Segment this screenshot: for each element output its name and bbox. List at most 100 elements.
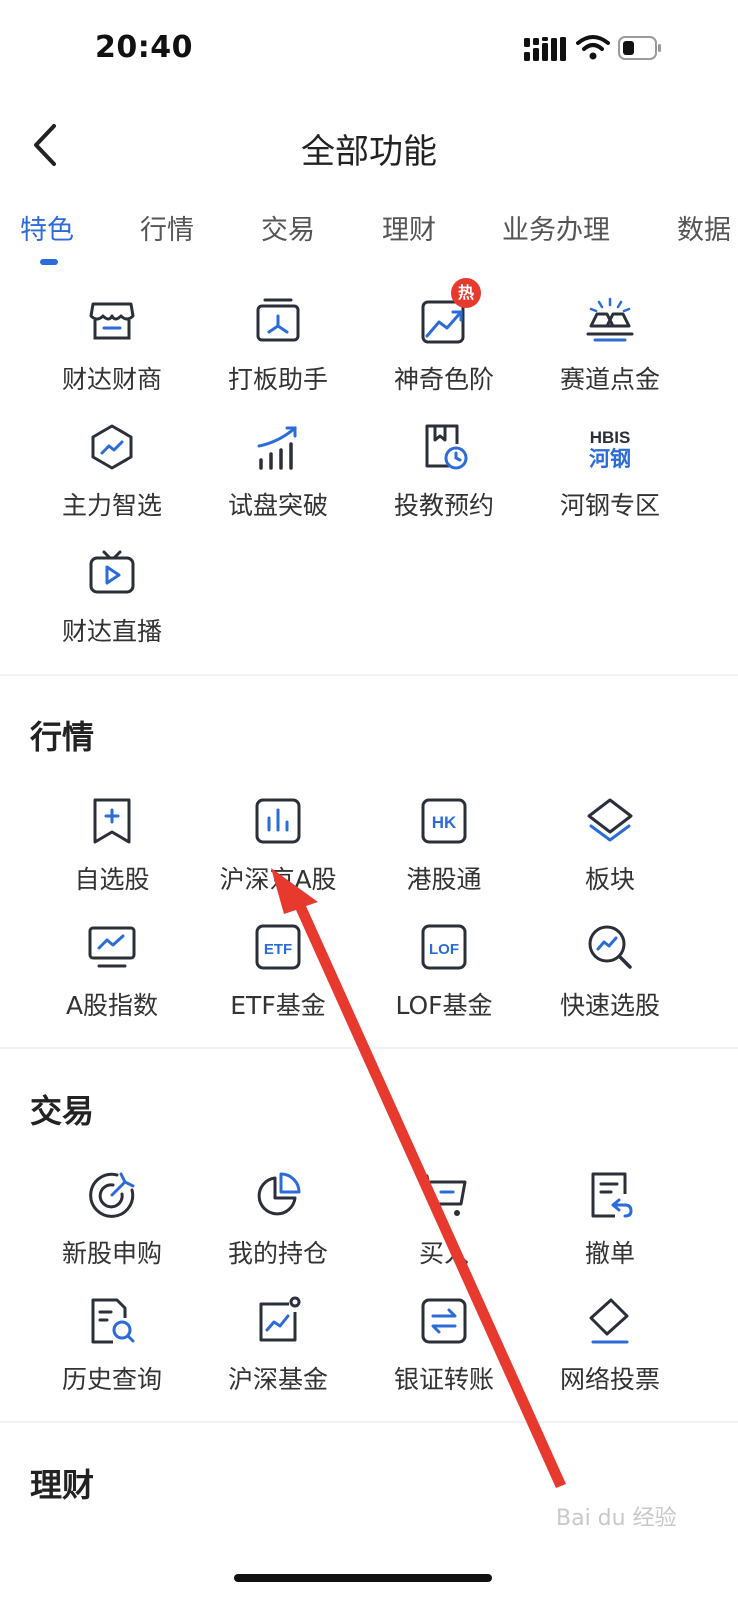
market-label: 港股通 xyxy=(406,865,482,894)
trade-item-online-vote[interactable]: 网络投票 xyxy=(525,1296,695,1396)
category-tabs: 特色 行情 交易 理财 业务办理 数据 xyxy=(0,200,738,270)
trade-label: 新股申购 xyxy=(61,1239,162,1268)
nav-bar: 全部功能 xyxy=(0,100,738,190)
trend-chart-icon: 热 xyxy=(419,278,481,346)
svg-text:河钢: 河钢 xyxy=(589,447,631,471)
section-divider xyxy=(0,1047,738,1049)
tab-data[interactable]: 数据 xyxy=(677,208,731,247)
feature-label: 投教预约 xyxy=(393,491,494,520)
tab-featured[interactable]: 特色 xyxy=(20,208,74,247)
feature-label: 试盘突破 xyxy=(227,491,328,520)
trade-label: 沪深基金 xyxy=(227,1365,328,1394)
etf-icon: ETF xyxy=(255,924,301,970)
bars-rising-icon xyxy=(257,426,297,470)
feature-item-breakout[interactable]: 试盘突破 xyxy=(193,422,363,522)
fund-chart-icon xyxy=(259,1296,301,1342)
shop-icon xyxy=(89,302,135,340)
trade-item-buy[interactable]: 买入 xyxy=(359,1170,529,1270)
feature-item-live[interactable]: 财达直播 xyxy=(27,548,197,648)
trade-label: 买入 xyxy=(418,1239,469,1268)
section-divider xyxy=(0,674,738,676)
book-clock-icon xyxy=(425,424,468,470)
feature-item-hbis-zone[interactable]: HBIS 河钢 河钢专区 xyxy=(525,422,695,522)
feature-item-caida-caishang[interactable]: 财达财商 xyxy=(27,296,197,396)
wifi-icon xyxy=(576,35,610,60)
feature-item-board-helper[interactable]: 打板助手 xyxy=(193,296,363,396)
feature-item-main-force[interactable]: 主力智选 xyxy=(27,422,197,522)
gold-bar-icon xyxy=(586,297,634,342)
trade-label: 历史查询 xyxy=(61,1365,162,1394)
tv-play-icon xyxy=(89,550,135,594)
feature-label: 打板助手 xyxy=(227,365,328,394)
hexagon-trend-icon xyxy=(91,424,133,470)
section-divider xyxy=(0,1421,738,1423)
market-label: ETF基金 xyxy=(230,991,326,1020)
tab-trade[interactable]: 交易 xyxy=(261,208,315,247)
tab-business[interactable]: 业务办理 xyxy=(502,208,610,247)
target-icon xyxy=(89,1172,135,1218)
section-title-trade: 交易 xyxy=(30,1092,95,1130)
active-tab-indicator xyxy=(40,259,58,265)
feature-label: 河钢专区 xyxy=(559,491,660,520)
market-item-quick-select[interactable]: 快速选股 xyxy=(525,922,695,1022)
section-title-market: 行情 xyxy=(30,718,95,756)
status-time: 20:40 xyxy=(95,30,193,65)
document-search-icon xyxy=(91,1298,135,1344)
feature-label: 神奇色阶 xyxy=(393,365,494,394)
cart-icon xyxy=(419,1174,467,1216)
layers-icon xyxy=(587,798,633,842)
board-helper-icon xyxy=(256,298,300,342)
svg-text:HBIS: HBIS xyxy=(590,428,631,447)
status-bar: 20:40 xyxy=(0,0,738,100)
home-indicator[interactable] xyxy=(234,1574,492,1582)
svg-text:HK: HK xyxy=(432,813,457,832)
tab-finance[interactable]: 理财 xyxy=(382,208,436,247)
hk-icon: HK xyxy=(421,798,467,844)
transfer-icon xyxy=(421,1298,467,1344)
vote-tag-icon xyxy=(589,1298,629,1344)
feature-item-color-scale[interactable]: 热 神奇色阶 xyxy=(359,278,529,396)
market-item-a-shares[interactable]: 沪深京A股 xyxy=(193,796,363,896)
trade-item-sh-sz-fund[interactable]: 沪深基金 xyxy=(193,1296,363,1396)
feature-label: 主力智选 xyxy=(61,491,162,520)
market-label: A股指数 xyxy=(65,991,159,1020)
hot-badge: 热 xyxy=(451,278,481,308)
market-label: 自选股 xyxy=(74,865,150,894)
market-label: LOF基金 xyxy=(395,991,493,1020)
feature-item-edu-booking[interactable]: 投教预约 xyxy=(359,422,529,522)
feature-label: 赛道点金 xyxy=(559,365,660,394)
trade-label: 撤单 xyxy=(584,1239,635,1268)
trade-label: 银证转账 xyxy=(393,1365,494,1394)
feature-item-track-gold[interactable]: 赛道点金 xyxy=(525,296,695,396)
page-title: 全部功能 xyxy=(301,132,437,172)
trade-label: 我的持仓 xyxy=(227,1239,328,1268)
market-label: 快速选股 xyxy=(559,991,660,1020)
battery-icon xyxy=(618,36,661,60)
trade-item-positions[interactable]: 我的持仓 xyxy=(193,1170,363,1270)
trade-label: 网络投票 xyxy=(559,1365,660,1394)
lof-icon: LOF xyxy=(421,924,467,970)
trade-item-cancel-order[interactable]: 撤单 xyxy=(525,1170,695,1270)
trade-item-history[interactable]: 历史查询 xyxy=(27,1296,197,1396)
trade-item-ipo-subscribe[interactable]: 新股申购 xyxy=(27,1170,197,1270)
market-item-sector[interactable]: 板块 xyxy=(525,796,695,896)
trade-item-bank-transfer[interactable]: 银证转账 xyxy=(359,1296,529,1396)
pie-chart-icon xyxy=(257,1172,301,1216)
bookmark-plus-icon xyxy=(93,798,131,844)
section-title-finance: 理财 xyxy=(30,1466,95,1504)
feature-label: 财达财商 xyxy=(61,365,162,394)
svg-text:LOF: LOF xyxy=(429,941,459,958)
baidu-watermark: Bai du 经验 xyxy=(556,1506,677,1531)
market-item-a-index[interactable]: A股指数 xyxy=(27,922,197,1022)
cellular-signal-icon xyxy=(524,37,566,61)
market-item-lof[interactable]: LOF LOF基金 xyxy=(359,922,529,1022)
tab-market[interactable]: 行情 xyxy=(140,208,194,247)
bar-chart-icon xyxy=(255,798,301,844)
market-item-watchlist[interactable]: 自选股 xyxy=(27,796,197,896)
feature-label: 财达直播 xyxy=(61,617,162,646)
market-item-hk-connect[interactable]: HK 港股通 xyxy=(359,796,529,896)
market-item-etf[interactable]: ETF ETF基金 xyxy=(193,922,363,1022)
market-label: 板块 xyxy=(584,865,635,894)
document-undo-icon xyxy=(591,1172,633,1218)
monitor-trend-icon xyxy=(88,926,136,968)
